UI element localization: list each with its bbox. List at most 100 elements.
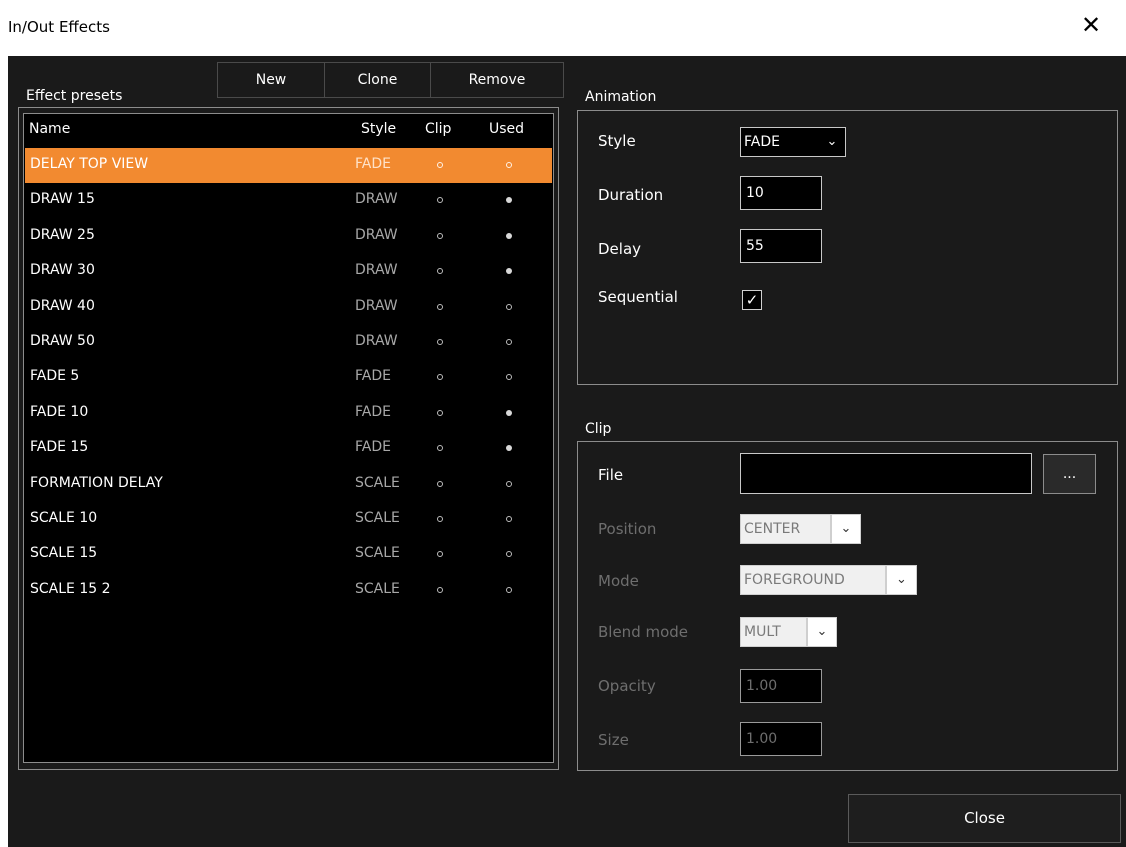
preset-name: FADE 10: [30, 403, 89, 420]
blend-mode-select[interactable]: MULT ⌄: [740, 617, 837, 647]
list-item[interactable]: DRAW 15 DRAW: [25, 183, 552, 218]
clip-indicator-icon: [437, 162, 443, 168]
preset-name: DRAW 40: [30, 297, 95, 314]
window-title: In/Out Effects: [8, 18, 110, 36]
clip-indicator-icon: [437, 445, 443, 452]
clip-indicator-icon: [437, 409, 443, 416]
list-item[interactable]: SCALE 15 2 SCALE: [25, 573, 552, 608]
clip-indicator-icon: [437, 551, 443, 558]
clip-indicator-icon: [437, 232, 443, 239]
preset-name: FADE 15: [30, 439, 89, 456]
presets-list[interactable]: Name Style Clip Used DELAY TOP VIEW FADE D…: [23, 113, 554, 763]
delay-label: Delay: [598, 240, 642, 258]
animation-group-label: Animation: [585, 89, 657, 105]
chevron-down-icon: ⌄: [826, 134, 838, 149]
close-icon[interactable]: ✕: [1076, 10, 1106, 40]
clip-indicator-icon: [437, 586, 443, 593]
preset-style: DRAW: [355, 191, 398, 208]
used-indicator-icon: [506, 586, 512, 593]
file-label: File: [598, 466, 624, 484]
column-header-style[interactable]: Style: [361, 121, 396, 137]
size-field[interactable]: 1.00: [740, 722, 822, 756]
mode-select-value: FOREGROUND: [740, 565, 886, 595]
clip-indicator-icon: [437, 197, 443, 204]
clip-indicator-icon: [437, 268, 443, 275]
list-header: Name Style Clip Used: [24, 114, 553, 144]
list-item[interactable]: DRAW 25 DRAW: [25, 219, 552, 254]
preset-style: SCALE: [355, 474, 400, 491]
column-header-used[interactable]: Used: [489, 121, 524, 137]
used-indicator-icon: [506, 232, 512, 239]
preset-style: DRAW: [355, 262, 398, 279]
preset-style: DRAW: [355, 226, 398, 243]
mode-label: Mode: [598, 572, 639, 590]
remove-preset-button[interactable]: Remove: [430, 62, 564, 98]
column-header-name[interactable]: Name: [29, 121, 70, 137]
list-item[interactable]: FORMATION DELAY SCALE: [25, 467, 552, 502]
mode-select[interactable]: FOREGROUND ⌄: [740, 565, 917, 595]
preset-style: FADE: [355, 156, 391, 172]
preset-name: SCALE 15 2: [30, 580, 111, 597]
preset-name: FADE 5: [30, 368, 80, 385]
clone-preset-button[interactable]: Clone: [324, 62, 431, 98]
list-item[interactable]: DRAW 30 DRAW: [25, 254, 552, 289]
style-select[interactable]: FADE ⌄: [740, 127, 846, 157]
list-item[interactable]: DRAW 50 DRAW: [25, 325, 552, 360]
preset-style: FADE: [355, 403, 391, 420]
position-select[interactable]: CENTER ⌄: [740, 514, 861, 544]
size-label: Size: [598, 731, 629, 749]
column-header-clip[interactable]: Clip: [425, 121, 451, 137]
list-item[interactable]: FADE 10 FADE: [25, 396, 552, 431]
preset-style: SCALE: [355, 510, 400, 526]
list-item[interactable]: DELAY TOP VIEW FADE: [25, 148, 552, 183]
position-label: Position: [598, 520, 657, 538]
preset-name: SCALE 15: [30, 545, 98, 562]
preset-style: SCALE: [355, 580, 400, 597]
chevron-down-icon: ⌄: [807, 617, 837, 647]
sequential-checkbox[interactable]: ✓: [742, 290, 762, 310]
preset-style: DRAW: [355, 297, 398, 314]
preset-style: DRAW: [355, 333, 398, 349]
browse-button[interactable]: ...: [1043, 454, 1096, 494]
preset-name: FORMATION DELAY: [30, 474, 163, 491]
blend-mode-label: Blend mode: [598, 623, 689, 641]
duration-field[interactable]: 10: [740, 176, 822, 210]
list-item[interactable]: FADE 15 FADE: [25, 431, 552, 466]
used-indicator-icon: [506, 409, 512, 416]
chevron-down-icon: ⌄: [886, 565, 917, 595]
style-label: Style: [598, 132, 636, 150]
preset-name: DRAW 30: [30, 262, 95, 279]
list-item[interactable]: SCALE 15 SCALE: [25, 537, 552, 572]
list-item[interactable]: SCALE 10 SCALE: [25, 502, 552, 537]
animation-group-frame: [577, 110, 1118, 385]
duration-label: Duration: [598, 186, 664, 204]
preset-style: SCALE: [355, 545, 400, 562]
style-select-value: FADE: [744, 134, 780, 150]
presets-group-label: Effect presets: [26, 88, 123, 104]
used-indicator-icon: [506, 303, 512, 310]
used-indicator-icon: [506, 480, 512, 487]
clip-group-label: Clip: [585, 421, 612, 437]
used-indicator-icon: [506, 445, 512, 452]
used-indicator-icon: [506, 162, 512, 168]
clip-indicator-icon: [437, 374, 443, 381]
list-item[interactable]: FADE 5 FADE: [25, 360, 552, 395]
file-field[interactable]: [740, 453, 1032, 494]
blend-mode-select-value: MULT: [740, 617, 807, 647]
position-select-value: CENTER: [740, 514, 831, 544]
used-indicator-icon: [506, 197, 512, 204]
clip-indicator-icon: [437, 480, 443, 487]
used-indicator-icon: [506, 551, 512, 558]
list-item[interactable]: DRAW 40 DRAW: [25, 290, 552, 325]
close-button[interactable]: Close: [848, 794, 1121, 843]
opacity-field[interactable]: 1.00: [740, 669, 822, 703]
chevron-down-icon: ⌄: [831, 514, 861, 544]
clip-indicator-icon: [437, 339, 443, 345]
sequential-label: Sequential: [598, 288, 678, 306]
delay-field[interactable]: 55: [740, 229, 822, 263]
preset-name: DRAW 50: [30, 333, 95, 349]
clip-indicator-icon: [437, 303, 443, 310]
used-indicator-icon: [506, 268, 512, 275]
clip-indicator-icon: [437, 516, 443, 522]
new-preset-button[interactable]: New: [217, 62, 325, 98]
